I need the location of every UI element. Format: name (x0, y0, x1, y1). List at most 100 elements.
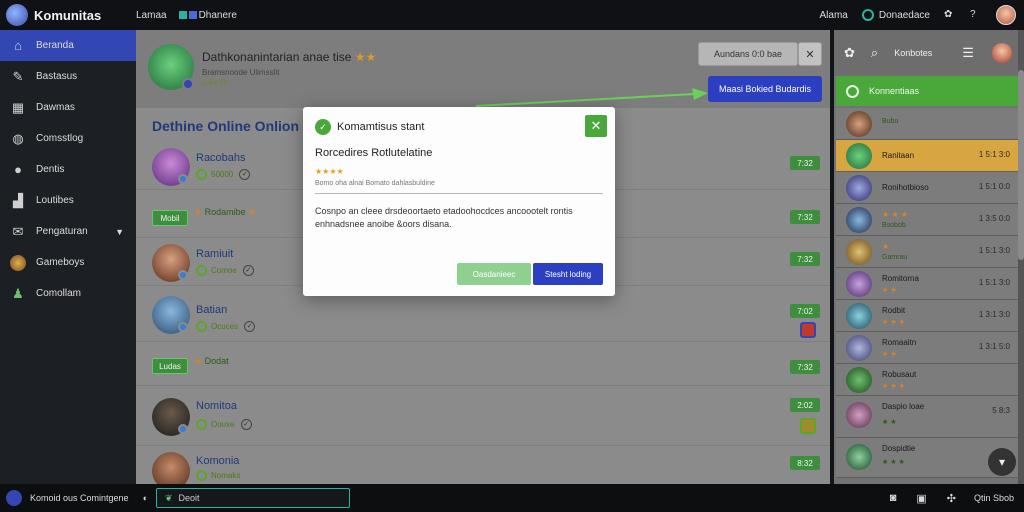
chevron-down-icon[interactable]: ▼ (115, 227, 124, 237)
app-logo[interactable]: Komunitas (0, 4, 136, 26)
list-item[interactable]: Robusaut ★ ★ ★ (836, 364, 1018, 396)
row-name[interactable]: Racobahs (196, 152, 246, 164)
player-stars: ★ ★ (882, 351, 897, 358)
row-badge[interactable]: Mobil (152, 210, 188, 226)
scrollbar[interactable] (1018, 30, 1024, 484)
top-link-donations[interactable]: Donaedace (861, 9, 930, 21)
sidebar-item-games[interactable]: Gameboys (0, 247, 136, 278)
scroll-down-button[interactable]: ▾ (988, 448, 1016, 476)
row-badge-label: ★ Dodat (194, 356, 229, 367)
close-button[interactable]: ✕ (798, 42, 822, 66)
sidebar-item-label: Pengaturan (36, 226, 88, 237)
table-row[interactable]: Komonia Nomaks 8:32 (136, 446, 830, 484)
ring-icon (196, 321, 207, 332)
table-row[interactable]: Ludas ★ Dodat 7:32 (136, 342, 830, 386)
modal-close-button[interactable]: ✕ (585, 115, 607, 137)
right-panel: ✿ ⌕ Konbotes ☰ Konnentiaas Bubo Ranitaan… (834, 30, 1024, 484)
window-icon[interactable]: ▣ (916, 492, 926, 505)
help-icon[interactable]: ? (970, 9, 982, 21)
sidebar-item-posts[interactable]: ✎ Bastasus (0, 61, 136, 92)
sidebar-item-stats[interactable]: ▟ Loutibes (0, 185, 136, 216)
row-name[interactable]: Ramiuit (196, 248, 233, 260)
player-list: Bubo Ranitaan 1 5:1 3:0 Ronihotbioso 1 5:1… (836, 108, 1018, 478)
ring-icon (196, 265, 207, 276)
verified-badge-icon (182, 78, 194, 90)
modal-input[interactable]: Bomo oha alnai Bomato dahlasbuldine (315, 180, 603, 194)
menu-icon[interactable]: ☰ (962, 45, 974, 61)
avatar (846, 367, 872, 393)
share-icon[interactable]: ✣ (947, 492, 956, 505)
table-row[interactable]: Nomitoa Oouxe ✓ 2:02 (136, 386, 830, 446)
player-name: ★ ★ ★ (882, 210, 908, 219)
list-item[interactable]: Romaaitn ★ ★ 1 3:1 5:0 (836, 332, 1018, 364)
list-item[interactable]: ★ Gamrau 1 5:1 3:0 (836, 236, 1018, 268)
player-name: Rodbit (882, 306, 906, 315)
sidebar-item-label: Loutibes (36, 195, 74, 206)
check-icon[interactable]: ✓ (244, 321, 256, 332)
top-link-alama[interactable]: Alama (819, 10, 847, 21)
list-item[interactable]: Ranitaan 1 5:1 3:0 (836, 140, 1018, 172)
top-tab-2[interactable]: Dhanere (178, 9, 237, 21)
top-tab-1[interactable]: Lamaa (136, 10, 167, 21)
scrollbar-thumb[interactable] (1018, 70, 1024, 260)
bottom-right-group: ◙ ▣ ✣ Qtin Sbob (870, 492, 1024, 505)
player-time: 1 5:1 3:0 (978, 278, 1010, 287)
bottom-search-input[interactable]: ❦ Deoit (156, 488, 350, 508)
rating-stars[interactable]: ★★★★ (315, 167, 344, 176)
row-name[interactable]: Komonia (196, 455, 239, 467)
player-name: Ronihotbioso (882, 183, 929, 192)
heart-icon[interactable] (800, 322, 816, 338)
row-tag: 2:02 (790, 398, 820, 412)
player-stars: ★ ★ ★ (882, 459, 905, 466)
logo-icon[interactable] (6, 490, 22, 506)
row-badge[interactable]: Ludas (152, 358, 188, 374)
sidebar-item-home[interactable]: ⌂ Beranda (0, 30, 136, 61)
row-status: Comoe ✓ (196, 265, 254, 276)
check-icon[interactable]: ✓ (240, 419, 252, 430)
check-icon[interactable]: ✓ (239, 169, 251, 180)
top-tab-2-label: Dhanere (198, 9, 237, 21)
search-icon[interactable]: ⌕ (871, 45, 878, 61)
sidebar-item-people[interactable]: ● Dentis (0, 154, 136, 185)
list-item[interactable]: Daspio loae ★ ★ 5 8:3 (836, 396, 1018, 438)
list-item[interactable]: Romitorna ★ ★ 1 5:1 3:0 (836, 268, 1018, 300)
modal-confirm-button[interactable]: Stesht loding (533, 263, 603, 285)
list-item[interactable]: ★ ★ ★ Bsobob 1 3:5 0:0 (836, 204, 1018, 236)
avatar (152, 452, 190, 484)
bottom-left-text[interactable]: Komoid ous Comintgene (30, 493, 129, 503)
sidebar-item-more[interactable]: ♟ Comollam (0, 278, 136, 309)
square-icon[interactable] (800, 418, 816, 434)
player-stars: ★ ★ ★ (882, 319, 905, 326)
ring-icon (196, 470, 207, 481)
group-header[interactable]: Konnentiaas (836, 76, 1022, 106)
cta-button[interactable]: Maasi Bokied Budardis (708, 76, 822, 102)
chart-icon: ▟ (13, 192, 23, 208)
gear-icon[interactable]: ✿ (844, 45, 855, 61)
check-icon[interactable]: ✓ (242, 265, 254, 276)
list-item[interactable]: Bubo (836, 108, 1018, 140)
list-item[interactable]: Ronihotbioso 1 5:1 0:0 (836, 172, 1018, 204)
modal-cancel-button[interactable]: Oasdanieec (457, 263, 531, 285)
sidebar-item-label: Dentis (36, 164, 65, 175)
list-item[interactable]: Rodbit ★ ★ ★ 1 3:1 3:0 (836, 300, 1018, 332)
star-icon: ★ (194, 207, 205, 217)
sidebar-item-grid[interactable]: ▦ Dawmas (0, 92, 136, 123)
player-name: Romitorna (882, 274, 919, 283)
avatar[interactable] (992, 43, 1012, 63)
user-avatar[interactable] (996, 5, 1016, 25)
gear-icon[interactable]: ✿ (944, 9, 956, 21)
row-name[interactable]: Batian (196, 304, 227, 316)
row-badge-label-text: Dodat (204, 356, 229, 366)
sidebar-item-community[interactable]: ◍ Comsstlog (0, 123, 136, 154)
star-icon: ★ (245, 207, 257, 217)
dismiss-button[interactable]: Aundans 0:0 bae (698, 42, 798, 66)
moon-icon[interactable]: ◐ (143, 493, 148, 503)
row-name[interactable]: Nomitoa (196, 400, 237, 412)
ring-icon (196, 419, 207, 430)
pencil-icon: ✎ (12, 68, 24, 84)
status-dot-icon (178, 322, 188, 332)
sidebar-item-label: Dawmas (36, 102, 75, 113)
sidebar-item-settings[interactable]: ✉ Pengaturan ▼ (0, 216, 136, 247)
camera-icon[interactable]: ◙ (890, 492, 897, 504)
row-tag: 8:32 (790, 456, 820, 470)
